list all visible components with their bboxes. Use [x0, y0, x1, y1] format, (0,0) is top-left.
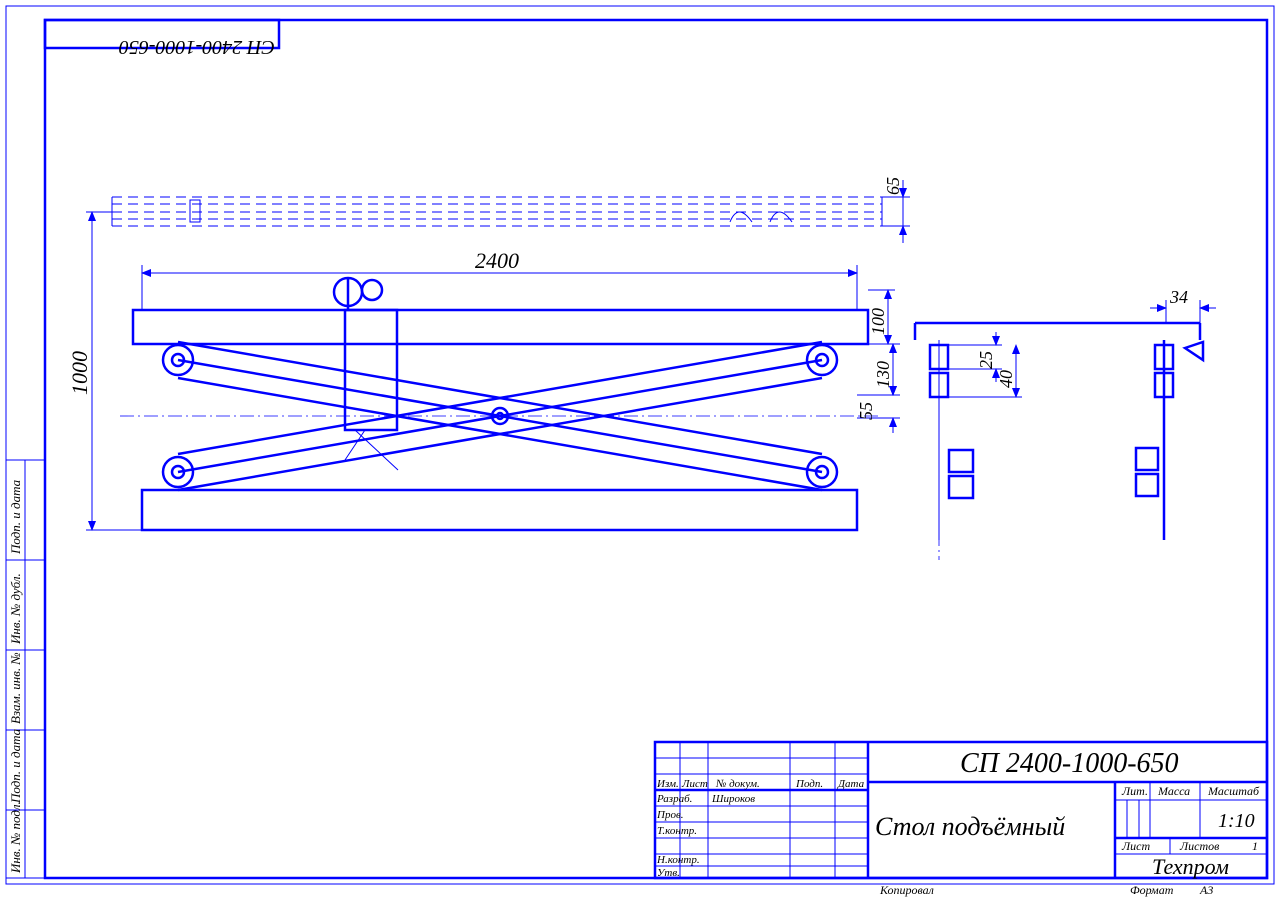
svg-text:Н.контр.: Н.контр. — [656, 854, 700, 866]
svg-text:Пров.: Пров. — [656, 809, 683, 821]
company: Техпром — [1152, 854, 1229, 879]
svg-text:Лит.: Лит. — [1121, 784, 1148, 798]
svg-text:Лист: Лист — [681, 778, 708, 790]
svg-text:Листов: Листов — [1179, 839, 1219, 853]
svg-text:Дата: Дата — [837, 778, 865, 790]
drawing-title: Стол подъёмный — [875, 812, 1065, 841]
svg-text:№ докум.: № докум. — [715, 778, 760, 790]
svg-text:Подп.: Подп. — [795, 778, 823, 790]
top-view — [112, 197, 882, 226]
dim-100: 100 — [868, 290, 895, 344]
svg-text:100: 100 — [868, 308, 888, 335]
svg-text:65: 65 — [883, 177, 903, 195]
dim-65: 65 — [882, 177, 910, 243]
svg-text:Т.контр.: Т.контр. — [657, 825, 697, 837]
svg-text:34: 34 — [1169, 287, 1188, 307]
dim-1000: 1000 — [67, 212, 142, 530]
svg-text:Лист: Лист — [1121, 839, 1150, 853]
svg-text:Масса: Масса — [1157, 784, 1190, 798]
svg-text:1000: 1000 — [67, 351, 92, 395]
svg-text:Взам. инв. №: Взам. инв. № — [8, 652, 23, 724]
side-label-strip: Инв. № подл. Подп. и дата Взам. инв. № И… — [6, 460, 45, 878]
code-text: СП 2400-1000-650 — [960, 748, 1179, 779]
code-top-left: СП 2400-1000-650 — [45, 20, 279, 58]
main-view — [120, 278, 880, 530]
svg-text:Инв. № подл.: Инв. № подл. — [8, 801, 23, 874]
svg-text:Инв. № дубл.: Инв. № дубл. — [8, 573, 23, 645]
svg-text:Утв.: Утв. — [657, 867, 680, 879]
svg-text:Широков: Широков — [711, 793, 755, 805]
svg-text:55: 55 — [856, 402, 876, 420]
dim-2400: 2400 — [142, 248, 857, 310]
svg-text:Подп. и дата: Подп. и дата — [8, 479, 23, 555]
svg-text:130: 130 — [873, 361, 893, 388]
svg-text:Изм.: Изм. — [656, 778, 679, 790]
svg-text:Масштаб: Масштаб — [1207, 784, 1260, 798]
format-label: Формат — [1130, 883, 1174, 897]
svg-text:Разраб.: Разраб. — [656, 793, 692, 805]
svg-text:Подп. и дата: Подп. и дата — [8, 728, 23, 804]
title-block: СП 2400-1000-650 Стол подъёмный Лит. Мас… — [655, 742, 1267, 879]
svg-text:1: 1 — [1252, 839, 1258, 853]
kopiroval-label: Копировал — [879, 883, 934, 897]
svg-text:1:10: 1:10 — [1218, 810, 1255, 832]
svg-text:2400: 2400 — [475, 248, 519, 273]
format-value: А3 — [1199, 883, 1213, 897]
svg-text:40: 40 — [996, 370, 1016, 388]
code-rot-text: СП 2400-1000-650 — [119, 36, 275, 58]
right-detail-view: 25 40 34 — [915, 287, 1216, 560]
dim-130: 130 — [868, 344, 900, 395]
engineering-drawing: СП 2400-1000-650 65 1000 2400 — [0, 0, 1280, 906]
svg-text:25: 25 — [976, 351, 996, 369]
